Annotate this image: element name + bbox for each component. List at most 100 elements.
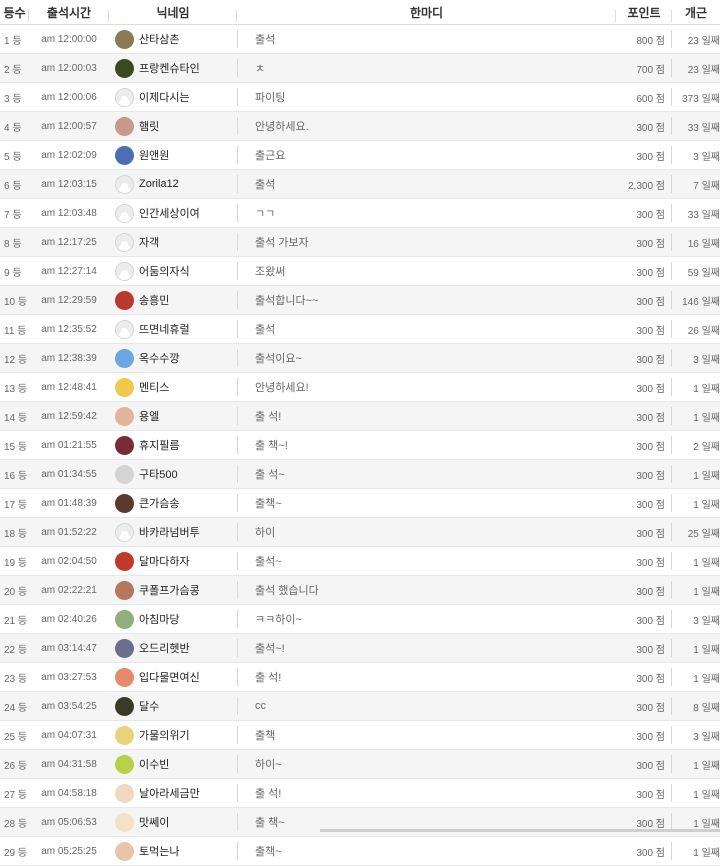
nick-cell[interactable]: 어둠의자식 [109,257,237,285]
nickname[interactable]: 뜨면네휴럴 [139,321,190,337]
avatar[interactable] [115,58,134,78]
avatar[interactable] [115,377,134,397]
avatar[interactable] [115,493,134,513]
nickname[interactable]: 산타삼촌 [139,31,179,47]
nickname[interactable]: 어둠의자식 [139,263,190,279]
avatar[interactable] [115,696,134,716]
nick-cell[interactable]: 달마다하자 [109,547,237,575]
nickname[interactable]: 휴지필름 [139,437,179,453]
nickname[interactable]: 프랑켄슈타인 [139,60,200,76]
nickname[interactable]: 원앤원 [139,147,169,163]
nick-cell[interactable]: 큰가슴송 [109,489,237,517]
nickname[interactable]: 이제다시는 [139,89,190,105]
nick-cell[interactable]: 구타500 [109,460,237,488]
avatar[interactable] [115,435,134,455]
rank-cell: 5 등 [4,151,22,163]
nickname[interactable]: 아침마당 [139,611,179,627]
nick-cell[interactable]: 바카라넘버투 [109,518,237,546]
avatar[interactable] [115,145,134,165]
nick-cell[interactable]: 프랑켄슈타인 [109,54,237,82]
nickname[interactable]: 멘티스 [139,379,169,395]
nick-cell[interactable]: 아침마당 [109,605,237,633]
header-count[interactable]: 개근 [672,4,720,21]
avatar[interactable] [115,348,134,368]
nick-cell[interactable]: 원앤원 [109,141,237,169]
avatar[interactable] [115,232,134,252]
nickname[interactable]: 자객 [139,234,159,250]
nick-cell[interactable]: 토먹는나 [109,837,237,865]
column-divider [237,233,238,251]
avatar[interactable] [115,580,134,600]
nick-cell[interactable]: 송흥민 [109,286,237,314]
avatar[interactable] [115,841,134,861]
avatar[interactable] [115,551,134,571]
avatar[interactable] [115,29,134,49]
nickname[interactable]: 송흥민 [139,292,169,308]
nick-cell[interactable]: 이제다시는 [109,83,237,111]
nick-cell[interactable]: 옥수수깡 [109,344,237,372]
nick-cell[interactable]: 이수빈 [109,750,237,778]
nick-cell[interactable]: 가물의위기 [109,721,237,749]
nickname[interactable]: 용엘 [139,408,159,424]
avatar[interactable] [115,522,134,542]
nickname[interactable]: 입다물면여신 [139,669,200,685]
nick-cell[interactable]: 햄릿 [109,112,237,140]
rank-cell: 1 등 [4,35,22,47]
nickname[interactable]: 달수 [139,698,159,714]
nickname[interactable]: 옥수수깡 [139,350,179,366]
header-rank[interactable]: 등수 [0,4,29,22]
horizontal-scrollbar[interactable] [320,829,720,832]
nickname[interactable]: 바카라넘버투 [139,524,200,540]
nickname[interactable]: 햄릿 [139,118,159,134]
nick-cell[interactable]: 자객 [109,228,237,256]
nickname[interactable]: 큰가슴송 [139,495,179,511]
nick-cell[interactable]: 날아라세금만 [109,779,237,807]
nickname[interactable]: 오드리헷반 [139,640,190,656]
avatar[interactable] [115,261,134,281]
nick-cell[interactable]: 용엘 [109,402,237,430]
avatar[interactable] [115,754,134,774]
avatar[interactable] [115,203,134,223]
nickname[interactable]: 날아라세금만 [139,785,200,801]
nickname[interactable]: 맛쎄이 [139,814,169,830]
header-message[interactable]: 한마디 [237,4,616,22]
nick-cell[interactable]: 멘티스 [109,373,237,401]
header-point[interactable]: 포인트 [616,4,672,22]
nick-cell[interactable]: 오드리헷반 [109,634,237,662]
header-time[interactable]: 출석시간 [29,4,109,22]
avatar[interactable] [115,812,134,832]
avatar[interactable] [115,290,134,310]
nick-cell[interactable]: 산타삼촌 [109,25,237,53]
avatar[interactable] [115,725,134,745]
nick-cell[interactable]: Zorila12 [109,170,237,198]
nick-cell[interactable]: 휴지필름 [109,431,237,459]
nickname[interactable]: Zorila12 [139,178,179,190]
avatar[interactable] [115,638,134,658]
nick-cell[interactable]: 맛쎄이 [109,808,237,836]
message-cell: 출석~! [237,634,616,662]
avatar[interactable] [115,464,134,484]
avatar[interactable] [115,319,134,339]
nickname[interactable]: 달마다하자 [139,553,190,569]
nick-cell[interactable]: 달수 [109,692,237,720]
nickname[interactable]: 구타500 [139,466,178,482]
avatar[interactable] [115,609,134,629]
time-cell: am 12:00:03 [41,62,97,74]
nickname[interactable]: 이수빈 [139,756,169,772]
avatar[interactable] [115,174,134,194]
nickname[interactable]: 가물의위기 [139,727,190,743]
count-cell: 1 일째 [693,557,720,569]
avatar[interactable] [115,406,134,426]
avatar[interactable] [115,783,134,803]
nickname[interactable]: 토먹는나 [139,843,179,859]
nick-cell[interactable]: 쿠폴프가슴콩 [109,576,237,604]
nickname[interactable]: 인간세상이여 [139,205,200,221]
nick-cell[interactable]: 뜨면네휴럴 [109,315,237,343]
nickname[interactable]: 쿠폴프가슴콩 [139,582,200,598]
avatar[interactable] [115,667,134,687]
header-nick[interactable]: 닉네임 [109,4,237,22]
nick-cell[interactable]: 인간세상이여 [109,199,237,227]
avatar[interactable] [115,116,134,136]
nick-cell[interactable]: 입다물면여신 [109,663,237,691]
avatar[interactable] [115,87,134,107]
